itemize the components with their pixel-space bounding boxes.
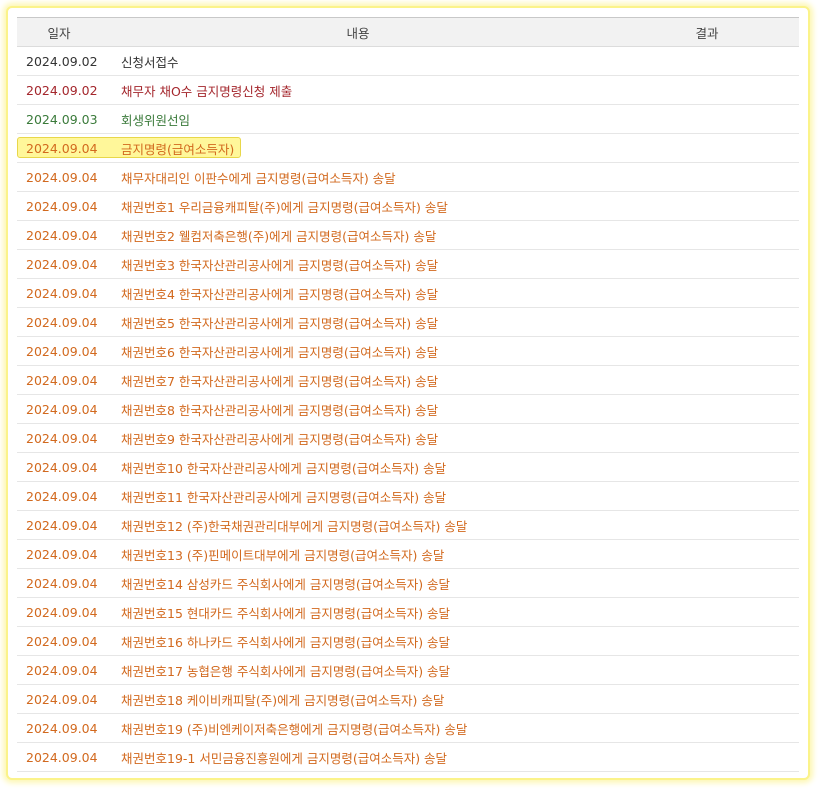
table-body: 2024.09.02 신청서접수 2024.09.02 채무자 채O수 금지명령신청 … [17,47,799,772]
cell-date: 2024.09.04 [26,662,98,678]
cell-content: 채무자대리인 이판수에게 금지명령(급여소득자) 송달 [121,170,396,186]
case-history-table: 일자 내용 결과 2024.09.02 신청서접수 2024.09.02 채무자 채O… [17,17,799,772]
table-row: 2024.09.04 채권번호5 한국자산관리공사에게 금지명령(급여소득자) 송… [17,308,799,337]
cell-date: 2024.09.04 [26,691,98,707]
cell-date: 2024.09.04 [26,604,98,620]
cell-date: 2024.09.04 [26,140,98,156]
cell-date: 2024.09.04 [26,372,98,388]
table-row: 2024.09.04 채권번호9 한국자산관리공사에게 금지명령(급여소득자) 송… [17,424,799,453]
cell-content: 채권번호12 (주)한국채권관리대부에게 금지명령(급여소득자) 송달 [121,518,468,534]
cell-content: 채권번호10 한국자산관리공사에게 금지명령(급여소득자) 송달 [121,460,447,476]
cell-date: 2024.09.04 [26,546,98,562]
table-row: 2024.09.04 채권번호18 케이비캐피탈(주)에게 금지명령(급여소득자)… [17,685,799,714]
header-date: 일자 [47,25,71,41]
cell-content: 금지명령(급여소득자) [121,141,235,157]
cell-content: 채권번호13 (주)핀메이트대부에게 금지명령(급여소득자) 송달 [121,547,445,563]
cell-date: 2024.09.04 [26,285,98,301]
cell-content: 채권번호19 (주)비엔케이저축은행에게 금지명령(급여소득자) 송달 [121,721,468,737]
table-row: 2024.09.04 금지명령(급여소득자) [17,134,799,163]
cell-content: 채권번호6 한국자산관리공사에게 금지명령(급여소득자) 송달 [121,344,439,360]
table-row: 2024.09.04 채권번호19-1 서민금융진흥원에게 금지명령(급여소득자)… [17,743,799,772]
table-row: 2024.09.04 채권번호3 한국자산관리공사에게 금지명령(급여소득자) 송… [17,250,799,279]
cell-content: 채권번호19-1 서민금융진흥원에게 금지명령(급여소득자) 송달 [121,750,448,766]
table-header: 일자 내용 결과 [17,17,799,47]
table-row: 2024.09.02 채무자 채O수 금지명령신청 제출 [17,76,799,105]
cell-content: 채권번호4 한국자산관리공사에게 금지명령(급여소득자) 송달 [121,286,439,302]
header-result: 결과 [695,25,719,41]
cell-content: 채권번호8 한국자산관리공사에게 금지명령(급여소득자) 송달 [121,402,439,418]
cell-date: 2024.09.04 [26,256,98,272]
table-row: 2024.09.04 채권번호10 한국자산관리공사에게 금지명령(급여소득자) … [17,453,799,482]
table-row: 2024.09.04 채권번호7 한국자산관리공사에게 금지명령(급여소득자) 송… [17,366,799,395]
cell-date: 2024.09.04 [26,749,98,765]
cell-content: 회생위원선임 [121,112,191,128]
cell-content: 채권번호18 케이비캐피탈(주)에게 금지명령(급여소득자) 송달 [121,692,445,708]
cell-date: 2024.09.04 [26,575,98,591]
table-row: 2024.09.03 회생위원선임 [17,105,799,134]
table-row: 2024.09.04 채권번호8 한국자산관리공사에게 금지명령(급여소득자) 송… [17,395,799,424]
cell-date: 2024.09.02 [26,53,98,69]
table-row: 2024.09.04 채권번호4 한국자산관리공사에게 금지명령(급여소득자) 송… [17,279,799,308]
table-row: 2024.09.04 채권번호13 (주)핀메이트대부에게 금지명령(급여소득자)… [17,540,799,569]
cell-date: 2024.09.04 [26,720,98,736]
table-row: 2024.09.04 채무자대리인 이판수에게 금지명령(급여소득자) 송달 [17,163,799,192]
cell-date: 2024.09.04 [26,227,98,243]
table-row: 2024.09.04 채권번호6 한국자산관리공사에게 금지명령(급여소득자) 송… [17,337,799,366]
cell-content: 채권번호15 현대카드 주식회사에게 금지명령(급여소득자) 송달 [121,605,451,621]
table-row: 2024.09.04 채권번호12 (주)한국채권관리대부에게 금지명령(급여소득… [17,511,799,540]
table-row: 2024.09.04 채권번호17 농협은행 주식회사에게 금지명령(급여소득자)… [17,656,799,685]
table-row: 2024.09.04 채권번호19 (주)비엔케이저축은행에게 금지명령(급여소득… [17,714,799,743]
cell-content: 채권번호17 농협은행 주식회사에게 금지명령(급여소득자) 송달 [121,663,451,679]
table-row: 2024.09.04 채권번호16 하나카드 주식회사에게 금지명령(급여소득자)… [17,627,799,656]
cell-date: 2024.09.04 [26,633,98,649]
cell-date: 2024.09.04 [26,169,98,185]
cell-date: 2024.09.04 [26,488,98,504]
table-row: 2024.09.04 채권번호1 우리금융캐피탈(주)에게 금지명령(급여소득자)… [17,192,799,221]
cell-content: 채권번호7 한국자산관리공사에게 금지명령(급여소득자) 송달 [121,373,439,389]
cell-date: 2024.09.04 [26,430,98,446]
cell-content: 채권번호2 웰컴저축은행(주)에게 금지명령(급여소득자) 송달 [121,228,437,244]
header-content: 내용 [346,25,370,41]
cell-content: 채권번호9 한국자산관리공사에게 금지명령(급여소득자) 송달 [121,431,439,447]
cell-date: 2024.09.04 [26,517,98,533]
cell-content: 채권번호11 한국자산관리공사에게 금지명령(급여소득자) 송달 [121,489,447,505]
cell-content: 채권번호3 한국자산관리공사에게 금지명령(급여소득자) 송달 [121,257,439,273]
cell-date: 2024.09.04 [26,459,98,475]
cell-content: 채권번호16 하나카드 주식회사에게 금지명령(급여소득자) 송달 [121,634,451,650]
cell-date: 2024.09.04 [26,198,98,214]
cell-date: 2024.09.02 [26,82,98,98]
cell-date: 2024.09.04 [26,314,98,330]
cell-date: 2024.09.04 [26,401,98,417]
table-row: 2024.09.04 채권번호14 삼성카드 주식회사에게 금지명령(급여소득자)… [17,569,799,598]
cell-date: 2024.09.03 [26,111,98,127]
cell-date: 2024.09.04 [26,343,98,359]
cell-content: 신청서접수 [121,54,179,70]
table-row: 2024.09.04 채권번호11 한국자산관리공사에게 금지명령(급여소득자) … [17,482,799,511]
cell-content: 채권번호5 한국자산관리공사에게 금지명령(급여소득자) 송달 [121,315,439,331]
table-row: 2024.09.04 채권번호2 웰컴저축은행(주)에게 금지명령(급여소득자) … [17,221,799,250]
cell-content: 채권번호14 삼성카드 주식회사에게 금지명령(급여소득자) 송달 [121,576,451,592]
cell-content: 채권번호1 우리금융캐피탈(주)에게 금지명령(급여소득자) 송달 [121,199,448,215]
cell-content: 채무자 채O수 금지명령신청 제출 [121,83,293,99]
table-row: 2024.09.04 채권번호15 현대카드 주식회사에게 금지명령(급여소득자)… [17,598,799,627]
highlight-frame: 일자 내용 결과 2024.09.02 신청서접수 2024.09.02 채무자 채O… [6,6,810,780]
table-row: 2024.09.02 신청서접수 [17,47,799,76]
